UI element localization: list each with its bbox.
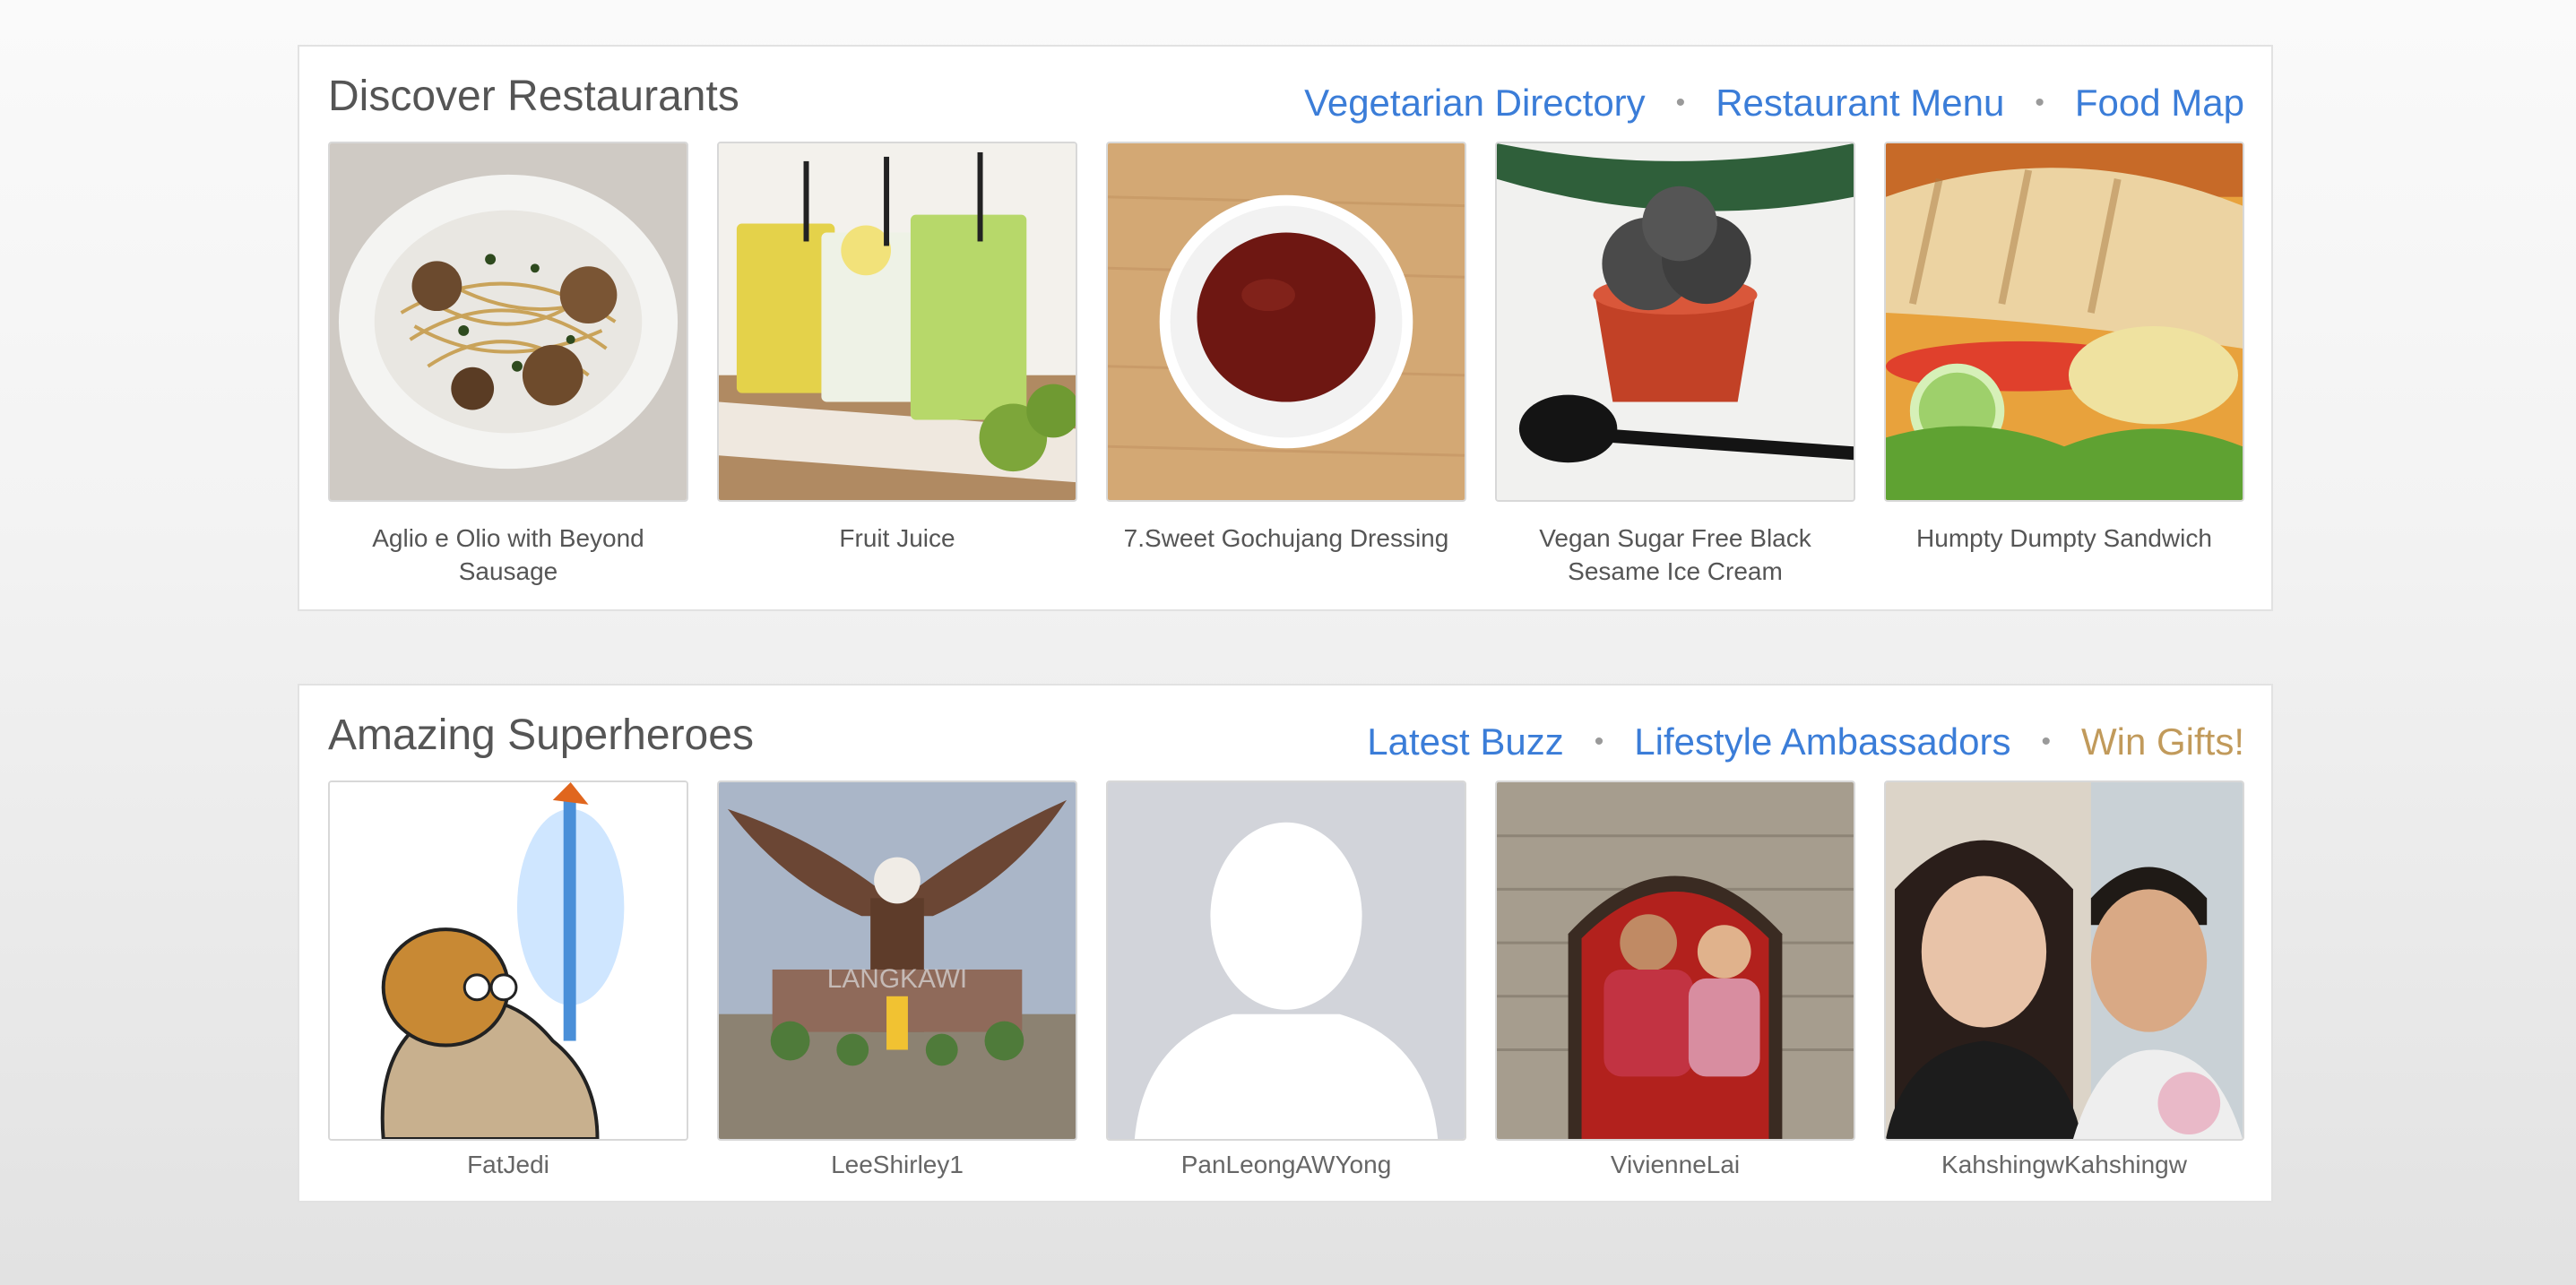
photo-sign-text: LANGKAWI (827, 964, 967, 994)
restaurant-card[interactable]: Aglio e Olio with Beyond Sausage (328, 142, 688, 588)
restaurant-links: Vegetarian Directory • Restaurant Menu •… (1304, 84, 2244, 122)
amazing-superheroes-panel: Amazing Superheroes Latest Buzz • Lifest… (298, 684, 2273, 1203)
juice-glasses-photo[interactable] (717, 142, 1077, 502)
separator-dot: • (1675, 88, 1686, 117)
cartoon-avatar[interactable] (328, 780, 688, 1141)
eagle-statue-photo[interactable]: LANGKAWI (717, 780, 1077, 1141)
pasta-dish-photo[interactable] (328, 142, 688, 502)
win-gifts-link[interactable]: Win Gifts! (2081, 723, 2244, 761)
panel-title: Discover Restaurants (328, 73, 739, 120)
superhero-name[interactable]: KahshingwKahshingw (1884, 1148, 2244, 1181)
food-map-link[interactable]: Food Map (2075, 84, 2244, 122)
dish-caption: Humpty Dumpty Sandwich (1916, 524, 2212, 552)
separator-dot: • (1594, 727, 1604, 756)
superhero-name[interactable]: VivienneLai (1495, 1148, 1855, 1181)
restaurant-card[interactable]: Vegan Sugar Free Black Sesame Ice Cream (1495, 142, 1855, 588)
separator-dot: • (2041, 727, 2051, 756)
dish-caption: Aglio e Olio with Beyond Sausage (372, 524, 644, 585)
restaurant-card[interactable]: 7.Sweet Gochujang Dressing (1106, 142, 1466, 588)
restaurant-card[interactable]: Fruit Juice (717, 142, 1077, 588)
vegetarian-directory-link[interactable]: Vegetarian Directory (1304, 84, 1646, 122)
superhero-card[interactable]: VivienneLai (1495, 780, 1855, 1181)
superhero-card[interactable]: LANGKAWI LeeShirley1 (717, 780, 1077, 1181)
sauce-bowl-photo[interactable] (1106, 142, 1466, 502)
lifestyle-ambassadors-link[interactable]: Lifestyle Ambassadors (1634, 723, 2010, 761)
latest-buzz-link[interactable]: Latest Buzz (1367, 723, 1563, 761)
superhero-name[interactable]: LeeShirley1 (717, 1148, 1077, 1181)
default-avatar[interactable] (1106, 780, 1466, 1141)
sandwich-photo[interactable] (1884, 142, 2244, 502)
superhero-name[interactable]: FatJedi (328, 1148, 688, 1181)
couple-selfie-photo[interactable] (1884, 780, 2244, 1141)
restaurant-grid: Aglio e Olio with Beyond Sausage Fruit J… (328, 142, 2244, 588)
superhero-card[interactable]: KahshingwKahshingw (1884, 780, 2244, 1181)
ice-cream-photo[interactable] (1495, 142, 1855, 502)
dish-caption: Vegan Sugar Free Black Sesame Ice Cream (1539, 524, 1811, 585)
couple-window-photo[interactable] (1495, 780, 1855, 1141)
superhero-card[interactable]: FatJedi (328, 780, 688, 1181)
restaurant-card[interactable]: Humpty Dumpty Sandwich (1884, 142, 2244, 588)
superhero-name[interactable]: PanLeongAWYong (1106, 1148, 1466, 1181)
superhero-links: Latest Buzz • Lifestyle Ambassadors • Wi… (1367, 723, 2244, 761)
discover-restaurants-panel: Discover Restaurants Vegetarian Director… (298, 45, 2273, 611)
dish-caption: 7.Sweet Gochujang Dressing (1123, 524, 1449, 552)
superhero-grid: FatJedi LANGKAWI LeeShirley1 PanLeongAWY… (328, 780, 2244, 1181)
separator-dot: • (2035, 88, 2044, 117)
restaurant-menu-link[interactable]: Restaurant Menu (1716, 84, 2004, 122)
panel-title: Amazing Superheroes (328, 711, 754, 759)
superhero-card[interactable]: PanLeongAWYong (1106, 780, 1466, 1181)
dish-caption: Fruit Juice (839, 524, 955, 552)
